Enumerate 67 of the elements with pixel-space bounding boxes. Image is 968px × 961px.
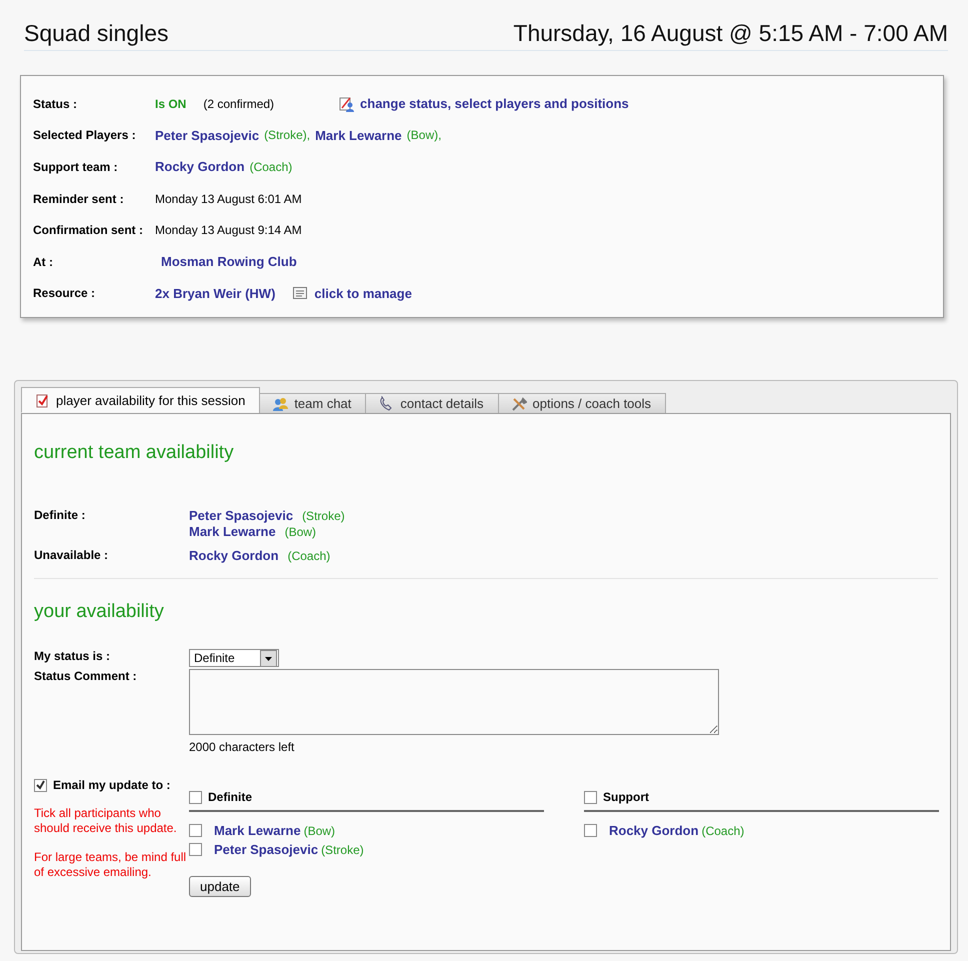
date-text: Monday 13 August 9:14 AM — [155, 223, 302, 238]
name-link[interactable]: Rocky Gordon — [609, 822, 699, 839]
confirmed-count: (2 confirmed) — [203, 96, 274, 111]
field-label: Email my update to : — [53, 778, 170, 792]
caret-icon — [260, 650, 277, 667]
recipient-checkbox[interactable] — [584, 824, 597, 838]
role-label: (Bow) — [304, 822, 336, 839]
group-checkbox[interactable] — [584, 790, 597, 804]
update-button[interactable]: update — [189, 876, 251, 898]
characters-left: 2000 characters left — [189, 740, 296, 754]
status-value: Is ON — [155, 96, 186, 111]
role-label: (Bow), — [406, 128, 442, 142]
field-label: Status Comment : — [34, 669, 138, 684]
tab[interactable]: team chat — [259, 393, 366, 414]
session-datetime: Thursday, 16 August @ 5:15 AM - 7:00 AM — [513, 20, 948, 46]
role-label: (Coach) — [288, 548, 330, 564]
name-link[interactable]: Peter Spasojevic — [214, 842, 318, 858]
field-label: Selected Players : — [33, 128, 137, 142]
people-icon — [272, 396, 288, 412]
group-label: Unavailable : — [34, 548, 110, 564]
field-label: At : — [33, 254, 54, 269]
name-link[interactable]: Rocky Gordon — [155, 159, 245, 174]
field-label: Resource : — [33, 286, 96, 300]
name-link[interactable]: Peter Spasojevic — [155, 128, 260, 143]
name-link[interactable]: Peter Spasojevic — [189, 508, 294, 524]
role-label: (Stroke), — [264, 128, 310, 142]
tab[interactable]: options / coach tools — [498, 393, 666, 414]
role-label: (Coach) — [702, 822, 744, 839]
section-heading: your availability — [34, 601, 165, 624]
tab[interactable]: contact details — [365, 393, 499, 414]
recipient-checkbox[interactable] — [189, 824, 202, 838]
checklist-icon — [34, 392, 50, 408]
field-label: Status : — [33, 96, 78, 111]
recipient-checkbox[interactable] — [189, 843, 202, 856]
tab[interactable]: player availability for this session — [21, 387, 260, 414]
change-status-link[interactable]: change status, select players and positions — [360, 96, 629, 112]
status-dropdown[interactable]: Definite — [189, 649, 279, 668]
field-label: Support team : — [33, 160, 119, 174]
name-link[interactable]: 2x Bryan Weir (HW) — [155, 286, 276, 301]
role-label: (Stroke) — [321, 842, 364, 858]
group-heading: Support — [603, 790, 649, 804]
field-label: Confirmation sent : — [33, 223, 144, 238]
manage-link[interactable]: click to manage — [292, 285, 412, 302]
role-label: (Bow) — [284, 524, 316, 540]
role-label: (Coach) — [250, 160, 292, 174]
group-label: Definite : — [34, 508, 86, 524]
role-label: (Stroke) — [302, 508, 345, 524]
hint-text: Tick all participants who should receive this update. — [34, 806, 178, 836]
name-link[interactable]: Mark Lewarne — [189, 524, 276, 540]
tools-icon — [510, 396, 527, 412]
phone-icon — [378, 396, 394, 412]
section-heading: current team availability — [34, 442, 235, 464]
session-title: Squad singles — [24, 20, 168, 46]
field-label: My status is : — [34, 649, 112, 664]
hint-text: For large teams, be mind full of excessive emailing. — [34, 850, 188, 880]
group-checkbox[interactable] — [189, 790, 202, 804]
date-text: Monday 13 August 6:01 AM — [155, 192, 302, 206]
name-link[interactable]: Mark Lewarne — [214, 822, 301, 839]
venue-link[interactable]: Mosman Rowing Club — [161, 254, 297, 270]
group-heading: Definite — [208, 790, 252, 804]
name-link[interactable]: Mark Lewarne — [315, 128, 402, 143]
field-label: Reminder sent : — [33, 192, 125, 206]
edit-person-icon[interactable] — [339, 96, 356, 112]
comment-field[interactable] — [189, 669, 719, 736]
email-checkbox[interactable] — [34, 778, 47, 792]
document-icon — [292, 285, 308, 302]
name-link[interactable]: Rocky Gordon — [189, 548, 279, 564]
